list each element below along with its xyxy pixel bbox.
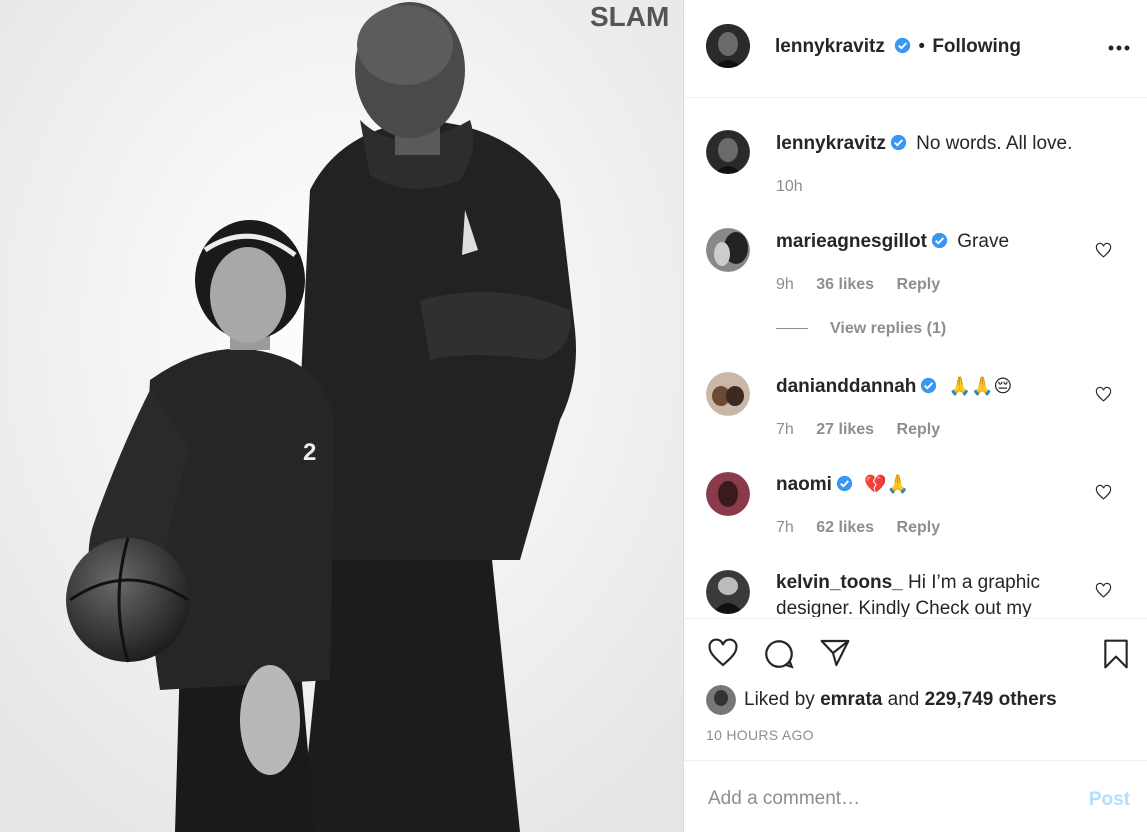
comment-like-heart-icon[interactable] [1095,484,1112,501]
add-comment-bar: Post [684,760,1147,833]
slam-watermark: SLAM [590,1,669,32]
replies-line [776,328,808,330]
following-button[interactable]: Following [932,36,1021,57]
comment-text: 🙏🙏😔 [948,376,1013,397]
verified-badge-icon [921,377,937,394]
comment-username[interactable]: marieagnesgillot [776,231,927,252]
liker-username[interactable]: emrata [820,689,882,710]
caption-text: No words. All love. [916,133,1073,154]
commenter-avatar[interactable] [706,570,750,614]
comment-like-heart-icon[interactable] [1095,386,1112,403]
caption-username[interactable]: lennykravitz [776,133,886,154]
comment-username[interactable]: naomi [776,474,832,495]
post-photo[interactable]: 2 SLAM [0,0,683,832]
comment-time[interactable]: 9h [776,276,794,293]
comment-likes[interactable]: 62 likes [816,519,874,536]
like-heart-icon[interactable] [706,637,740,669]
comment-text: 💔🙏 [864,474,910,495]
comment-time[interactable]: 7h [776,421,794,438]
post-actions: Liked by emrata and 229,749 others 10 HO… [684,618,1147,761]
likes-count[interactable]: 229,749 others [925,689,1057,710]
more-options-icon[interactable] [1108,44,1130,52]
caption-time[interactable]: 10h [776,178,803,195]
comments-panel: lennykravitz • Following lennykravitz No… [683,0,1147,832]
liker-avatar[interactable] [706,685,736,715]
post-image: 2 SLAM [0,0,683,832]
reply-button[interactable]: Reply [897,276,941,293]
save-bookmark-icon[interactable] [1100,637,1132,671]
liked-by-row: Liked by emrata and 229,749 others [706,685,1057,715]
reply-button[interactable]: Reply [897,519,941,536]
caption-avatar[interactable] [706,130,750,174]
commenter-avatar[interactable] [706,228,750,272]
author-avatar[interactable] [706,24,750,68]
comment-bubble-icon[interactable] [762,637,796,671]
jersey-number: 2 [303,439,316,466]
post-header: lennykravitz • Following [684,0,1147,98]
verified-badge-icon [931,232,948,249]
verified-badge-icon [836,475,853,492]
liked-by-prefix: Liked by [744,689,815,711]
author-username[interactable]: lennykravitz [775,36,885,57]
comment-text: Grave [957,231,1010,252]
commenter-avatar[interactable] [706,372,750,416]
comment-item: kelvin_toons_ Hi I’m a graphic designer.… [684,568,1147,617]
view-replies-label: View replies (1) [830,320,947,337]
post-button[interactable]: Post [1089,789,1130,811]
comment-username[interactable]: kelvin_toons_ [776,572,903,593]
verified-badge-icon [894,37,911,54]
header-separator: • [918,36,926,57]
post-timestamp[interactable]: 10 HOURS AGO [706,727,814,743]
comment-likes[interactable]: 27 likes [816,421,874,438]
liked-by-conj: and [887,689,920,711]
verified-badge-icon [890,134,906,151]
view-replies[interactable]: View replies (1) [776,320,946,338]
comment-input[interactable] [706,783,1050,815]
comment-username[interactable]: danianddannah [776,376,916,397]
comment-like-heart-icon[interactable] [1095,582,1112,599]
share-paper-plane-icon[interactable] [818,637,852,669]
comment-time[interactable]: 7h [776,519,794,536]
commenter-avatar[interactable] [706,472,750,516]
reply-button[interactable]: Reply [897,421,941,438]
comment-likes[interactable]: 36 likes [816,276,874,293]
comment-like-heart-icon[interactable] [1095,242,1112,259]
